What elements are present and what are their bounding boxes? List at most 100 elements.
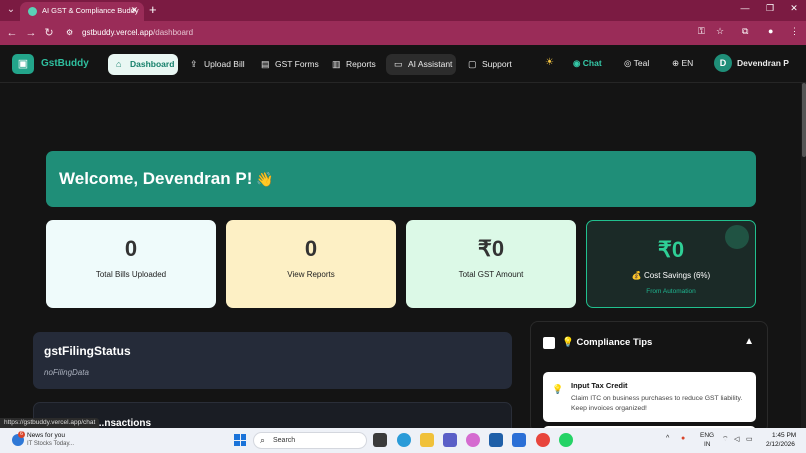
tab-search-icon[interactable]: ⌄ (4, 3, 18, 17)
wave-emoji: 👋 (256, 171, 274, 187)
nav-ai-assistant[interactable]: ▭ AI Assistant (386, 54, 456, 75)
stat-card-bills[interactable]: 0 Total Bills Uploaded (46, 220, 216, 308)
tab-favicon-icon (28, 7, 37, 16)
link-status-url: https://gstbuddy.vercel.app/chat (0, 418, 100, 428)
file-explorer-icon[interactable] (420, 433, 434, 447)
whatsapp-icon[interactable] (559, 433, 573, 447)
window-close-icon[interactable]: ✕ (784, 3, 804, 14)
user-avatar[interactable]: D (714, 54, 732, 72)
windows-start-icon[interactable] (234, 434, 246, 446)
tray-chevron-icon[interactable]: ^ (666, 435, 669, 442)
password-key-icon[interactable]: ⚿ (698, 26, 705, 37)
home-icon: ⌂ (116, 59, 122, 69)
nav-upload-bill[interactable]: ⇪ Upload Bill (182, 54, 254, 75)
copilot-icon[interactable] (466, 433, 480, 447)
news-badge: 6 (18, 431, 25, 438)
stat-savings-sub: From Automation (646, 288, 696, 295)
nav-gst-forms-label: GST Forms (275, 59, 319, 69)
new-tab-icon[interactable]: + (149, 2, 157, 18)
filing-status-note: noFilingData (44, 368, 89, 377)
welcome-banner: Welcome, Devendran P! 👋 (46, 151, 756, 207)
browser-tab[interactable]: AI GST & Compliance Buddy ✕ (20, 2, 144, 21)
tip-card: 💡 Input Tax Credit Claim ITC on business… (543, 372, 756, 422)
user-name[interactable]: Devendran P (737, 58, 789, 68)
stat-card-gst[interactable]: ₹0 Total GST Amount (406, 220, 576, 308)
store-icon[interactable] (489, 433, 503, 447)
stat-savings-label: 💰 Cost Savings (6%) (631, 271, 711, 280)
news-title[interactable]: News for you (27, 432, 65, 439)
tips-checkbox[interactable] (543, 337, 555, 349)
tab-title: AI GST & Compliance Buddy (42, 6, 139, 15)
edge-browser-icon[interactable] (397, 433, 411, 447)
language-label: EN (681, 58, 694, 68)
nav-gst-forms[interactable]: ▤ GST Forms (253, 54, 325, 75)
chat-icon: ◉ (573, 58, 583, 68)
stat-savings-value: ₹0 (657, 237, 685, 262)
welcome-heading: Welcome, Devendran P! 👋 (59, 169, 274, 189)
upload-icon: ⇪ (190, 59, 198, 69)
theme-label: Teal (633, 58, 650, 68)
stat-gst-value: ₹0 (477, 236, 505, 261)
chat-link[interactable]: ◉ Chat (573, 58, 602, 69)
stat-bills-label: Total Bills Uploaded (95, 270, 167, 279)
back-icon[interactable]: ← (5, 26, 19, 40)
restore-icon[interactable]: ❐ (760, 3, 780, 14)
task-view-icon[interactable] (373, 433, 387, 447)
theme-selector[interactable]: ◎ Teal (624, 58, 649, 69)
address-bar[interactable]: ⚙ gstbuddy.vercel.app/dashboard (60, 24, 740, 42)
forward-icon[interactable]: → (24, 26, 38, 40)
nav-reports[interactable]: ▥ Reports (324, 54, 382, 75)
nav-dashboard[interactable]: ⌂ Dashboard (108, 54, 178, 75)
profile-avatar-icon[interactable]: ● (768, 26, 773, 36)
language-selector[interactable]: ⊕ EN (672, 58, 693, 69)
logo-text[interactable]: GstBuddy (41, 58, 89, 69)
site-info-icon[interactable]: ⚙ (66, 28, 73, 37)
tab-close-icon[interactable]: ✕ (130, 5, 138, 16)
nav-support[interactable]: ▢ Support (460, 54, 520, 75)
browser-menu-icon[interactable]: ⋮ (790, 26, 799, 37)
nav-ai-assistant-label: AI Assistant (408, 59, 453, 69)
nav-reports-label: Reports (346, 59, 376, 69)
tips-title: 💡 Compliance Tips (562, 337, 653, 348)
input-language[interactable]: ENG (700, 432, 714, 439)
chrome-icon[interactable] (536, 433, 550, 447)
volume-icon[interactable]: ◁ (734, 435, 739, 443)
compliance-tips-panel: 💡 Compliance Tips ▲ 💡 Input Tax Credit C… (530, 321, 768, 434)
battery-icon[interactable]: ▭ (746, 435, 753, 443)
sun-theme-icon[interactable]: ☀ (545, 57, 554, 68)
teams-icon[interactable] (443, 433, 457, 447)
wifi-icon[interactable]: ⌔ (722, 435, 729, 444)
clipboard-icon: ▢ (468, 59, 477, 69)
browser-tab-bar: ⌄ AI GST & Compliance Buddy ✕ + — ❐ ✕ (0, 0, 806, 21)
nav-dashboard-label: Dashboard (130, 59, 175, 69)
input-region: IN (704, 441, 711, 448)
reload-icon[interactable]: ↻ (42, 26, 56, 40)
clock-date[interactable]: 2/12/2026 (766, 441, 795, 448)
extensions-icon[interactable]: ⧉ (742, 26, 748, 37)
stat-card-savings[interactable]: ₹0 💰 Cost Savings (6%) From Automation (586, 220, 756, 308)
clock-time[interactable]: 1:45 PM (772, 432, 796, 439)
search-placeholder: Search (273, 437, 296, 444)
stat-card-reports[interactable]: 0 View Reports (226, 220, 396, 308)
news-subtitle: IT Stocks Today... (27, 441, 75, 447)
chat-label: Chat (582, 58, 602, 68)
url-text: gstbuddy.vercel.app/dashboard (82, 28, 193, 37)
form-icon: ▤ (261, 59, 270, 69)
filing-status-panel: gstFilingStatus noFilingData (33, 332, 512, 389)
stat-reports-label: View Reports (287, 270, 335, 279)
briefcase-logo-icon[interactable]: ▣ (12, 54, 34, 74)
url-path: /dashboard (153, 28, 194, 37)
url-host: gstbuddy.vercel.app (82, 28, 154, 37)
security-tray-icon[interactable]: ● (681, 435, 685, 442)
app-navbar: ▣ GstBuddy ⌂ Dashboard ⇪ Upload Bill ▤ GST … (0, 45, 806, 83)
vscode-icon[interactable] (512, 433, 526, 447)
bar-chart-icon: ▥ (332, 59, 341, 69)
taskbar-search[interactable]: ⌕ Search (253, 432, 367, 449)
tip-body: Claim ITC on business purchases to reduc… (571, 395, 743, 412)
page-scrollbar-thumb[interactable] (802, 83, 806, 157)
palette-icon: ◎ (624, 58, 634, 68)
minimize-icon[interactable]: — (735, 3, 755, 13)
bookmark-star-icon[interactable]: ☆ (716, 26, 724, 37)
welcome-text: Welcome, Devendran P! (59, 169, 253, 188)
collapse-triangle-icon[interactable]: ▲ (744, 336, 754, 347)
